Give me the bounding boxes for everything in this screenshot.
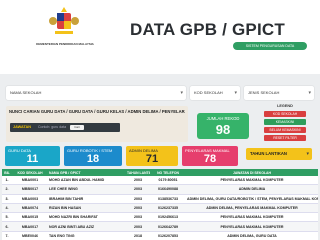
cell-telefon: 0138536733: [150, 194, 186, 204]
total-records-value: 98: [215, 122, 231, 137]
stat-value: 18: [86, 153, 100, 165]
cell-kod-sekolah: MBA0003: [12, 194, 48, 204]
table-row[interactable]: 1. MBA0001 MOHD AZAN BIN ABDUL HAMID 200…: [2, 176, 318, 186]
malaysia-crest-icon: [49, 7, 79, 34]
cell-telefon: 0166490088: [150, 184, 186, 195]
table-row[interactable]: 5. MBA0015 MOHD NAZRI BIN SHARIFAT 2003 …: [2, 212, 318, 223]
cell-telefon: 0126642789: [150, 221, 186, 232]
cell-tahun: 2018: [126, 231, 150, 240]
cell-nama: LEE CHEE WING: [48, 184, 126, 195]
header: KEMENTERIAN PENDIDIKAN MALAYSIA DATA GPB…: [0, 0, 320, 74]
appointment-year-filter[interactable]: TAHUN LANTIKAN ▾: [246, 148, 312, 160]
search-box[interactable]: JAWATAN Contoh: guru data Cari: [10, 123, 120, 132]
total-records-label: JUMLAH REKOD: [206, 116, 240, 121]
school-type-filter-label: JENIS SEKOLAH: [248, 90, 280, 95]
cell-jawatan: PENYELARAS MAKMAL KOMPUTER: [186, 176, 318, 186]
appointment-year-label: TAHUN LANTIKAN: [250, 151, 287, 156]
stat-value: 11: [26, 153, 39, 165]
cell-bil: 4.: [2, 203, 12, 214]
school-name-filter-label: NAMA SEKOLAH: [10, 90, 42, 95]
legend-item-kod-sekolah[interactable]: KOD SEKOLAH: [264, 111, 306, 117]
stat-value: 71: [145, 153, 159, 165]
cell-nama: MOHD NAZRI BIN SHARIFAT: [48, 212, 126, 223]
table-row[interactable]: 6. MBA0017 NOR AZNI BINTI ABU AZIZ 2003 …: [2, 221, 318, 232]
cell-tahun: 2003: [126, 194, 150, 204]
table-row[interactable]: 4. MBA0074 RIZAN BIN HASAN 2003 01262373…: [2, 203, 318, 214]
subtitle-badge: SISTEM PENGURUSAN DATA: [233, 42, 307, 50]
cell-bil: 6.: [2, 221, 12, 232]
column-header-tahun[interactable]: TAHUN LANTIKAN: [126, 169, 150, 176]
chevron-down-icon: ▾: [234, 90, 237, 96]
column-header-nama[interactable]: NAMA GPB / GPICT: [48, 169, 126, 176]
cell-bil: 5.: [2, 212, 12, 223]
column-header-bil[interactable]: BIL: [2, 169, 12, 176]
cell-kod-sekolah: MBA0001: [12, 176, 48, 186]
cell-bil: 7.: [2, 231, 12, 240]
table-header-row: BIL KOD SEKOLAH NAMA GPB / GPICT TAHUN L…: [2, 169, 318, 176]
cell-kod-sekolah: MBA0074: [12, 203, 48, 214]
cell-tahun: 2003: [126, 203, 150, 214]
cell-telefon: 0179 80051: [150, 176, 186, 186]
stat-value: 78: [203, 153, 217, 165]
search-jawatan-label: JAWATAN: [13, 125, 31, 129]
cell-tahun: 2003: [126, 212, 150, 223]
cell-tahun: 2003: [126, 184, 150, 195]
total-records-card: JUMLAH REKOD 98: [197, 113, 249, 139]
table-row[interactable]: 7. MBE0046 TAN ENG TING 2018 0126207853 …: [2, 231, 318, 240]
search-input[interactable]: Contoh: guru data: [38, 123, 66, 132]
column-header-kod-sekolah[interactable]: KOD SEKOLAH: [12, 169, 48, 176]
cell-jawatan: ADMIN DELIMA, GURU DATA: [186, 231, 318, 240]
chevron-down-icon: ▾: [180, 90, 183, 96]
cell-jawatan: PENYELARAS MAKMAL KOMPUTER: [186, 212, 318, 223]
cell-jawatan: PENYELARAS MAKMAL KOMPUTER: [186, 221, 318, 232]
cell-nama: MOHD AZAN BIN ABDUL HAMID: [48, 176, 126, 186]
cell-bil: 3.: [2, 194, 12, 204]
school-code-filter-label: KOD SEKOLAH: [194, 90, 223, 95]
cell-kod-sekolah: MBA0015: [12, 212, 48, 223]
cell-jawatan: ADMIN DELIMA, GURU DATA/ROBOTIK / STEM, …: [186, 194, 318, 204]
reset-filter-button[interactable]: RESET FILTER: [264, 135, 306, 141]
search-title: NUNCI CARIAN GURU DATA / GURU DATA / GUR…: [9, 109, 185, 114]
cell-nama: NOR AZNI BINTI ABU AZIZ: [48, 221, 126, 232]
records-table: BIL KOD SEKOLAH NAMA GPB / GPICT TAHUN L…: [2, 169, 318, 240]
cell-bil: 2.: [2, 184, 12, 195]
cell-tahun: 2003: [126, 221, 150, 232]
stat-card-penyelaras-makmal[interactable]: PENYELARAS MAKMAL 78: [182, 146, 238, 166]
cell-kod-sekolah: MBB0017: [12, 184, 48, 195]
stat-card-guru-data[interactable]: GURU DATA 11: [5, 146, 60, 166]
cell-jawatan: ADMIN DELIMA, PENYELARAS MAKMAL KOMPUTER: [186, 203, 318, 214]
table-row[interactable]: 3. MBA0003 IBRAHIM BIN TAHIR 2003 013853…: [2, 194, 318, 204]
cell-nama: TAN ENG TING: [48, 231, 126, 240]
search-button[interactable]: Cari: [70, 125, 84, 130]
cell-telefon: 0126207853: [150, 231, 186, 240]
table-row[interactable]: 2. MBB0017 LEE CHEE WING 2003 0166490088…: [2, 184, 318, 195]
cell-nama: IBRAHIM BIN TAHIR: [48, 194, 126, 204]
legend-item-kemaskini[interactable]: KEMASKINI: [264, 119, 306, 125]
school-name-filter[interactable]: NAMA SEKOLAH ▾: [6, 86, 186, 100]
search-panel: NUNCI CARIAN GURU DATA / GURU DATA / GUR…: [6, 106, 188, 142]
column-header-telefon[interactable]: NO TELEFON: [150, 169, 186, 176]
cell-bil: 1.: [2, 176, 12, 186]
dashboard-page: KEMENTERIAN PENDIDIKAN MALAYSIA DATA GPB…: [0, 0, 320, 240]
cell-nama: RIZAN BIN HASAN: [48, 203, 126, 214]
column-header-jawatan[interactable]: JAWATAN DI SEKOLAH: [186, 169, 318, 176]
school-type-filter[interactable]: JENIS SEKOLAH ▾: [244, 86, 314, 100]
stat-card-admin-delima[interactable]: ADMIN DELIMA 71: [126, 146, 178, 166]
cell-kod-sekolah: MBA0017: [12, 221, 48, 232]
cell-telefon: 0126237335: [150, 203, 186, 214]
school-code-filter[interactable]: KOD SEKOLAH ▾: [190, 86, 240, 100]
page-title: DATA GPB / GPICT: [130, 20, 285, 39]
legend: LEGEND KOD SEKOLAH KEMASKINI BELUM KEMAS…: [255, 104, 315, 142]
legend-item-belum-kemaskini[interactable]: BELUM KEMASKINI: [264, 127, 306, 133]
chevron-down-icon: ▾: [308, 90, 311, 96]
chevron-down-icon: ▾: [306, 151, 309, 157]
cell-tahun: 2003: [126, 176, 150, 186]
cell-jawatan: ADMIN DELIMA: [186, 184, 318, 195]
cell-telefon: 0192456613: [150, 212, 186, 223]
ministry-name: KEMENTERIAN PENDIDIKAN MALAYSIA: [36, 42, 94, 46]
cell-kod-sekolah: MBE0046: [12, 231, 48, 240]
stat-card-guru-robotik[interactable]: GURU ROBOTIK / STEM 18: [64, 146, 122, 166]
legend-title: LEGEND: [277, 104, 293, 108]
